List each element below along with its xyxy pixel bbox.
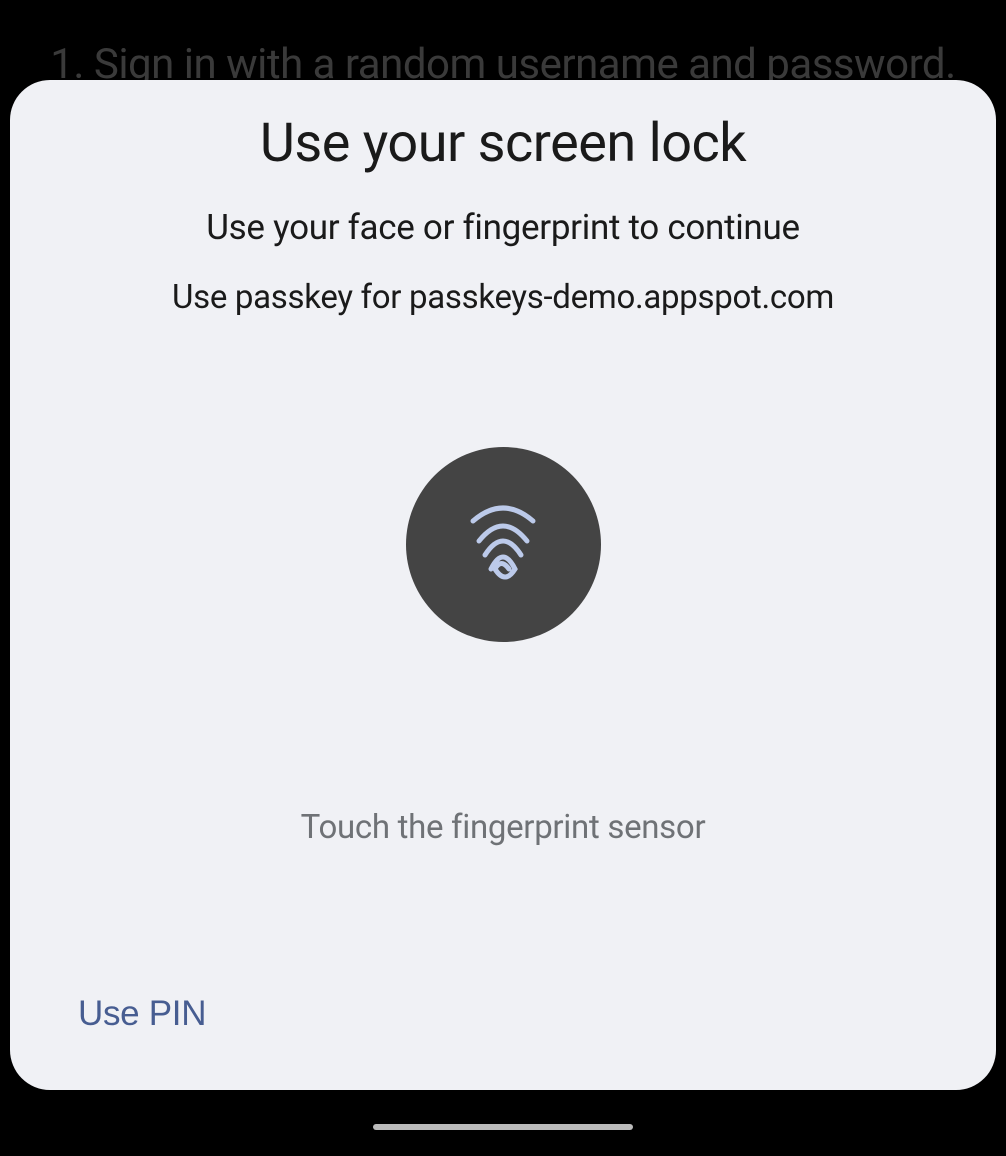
fingerprint-sensor-area[interactable] (70, 447, 936, 642)
dialog-description: Use passkey for passkeys-demo.appspot.co… (70, 278, 936, 317)
dialog-title: Use your screen lock (70, 112, 936, 175)
biometric-auth-dialog: Use your screen lock Use your face or fi… (10, 80, 996, 1090)
fingerprint-hint-text: Touch the fingerprint sensor (70, 808, 936, 847)
fingerprint-icon-circle (406, 447, 601, 642)
dialog-subtitle: Use your face or fingerprint to continue (70, 207, 936, 248)
home-indicator[interactable] (373, 1124, 633, 1130)
fingerprint-icon (453, 493, 553, 597)
use-pin-button[interactable]: Use PIN (78, 986, 936, 1042)
